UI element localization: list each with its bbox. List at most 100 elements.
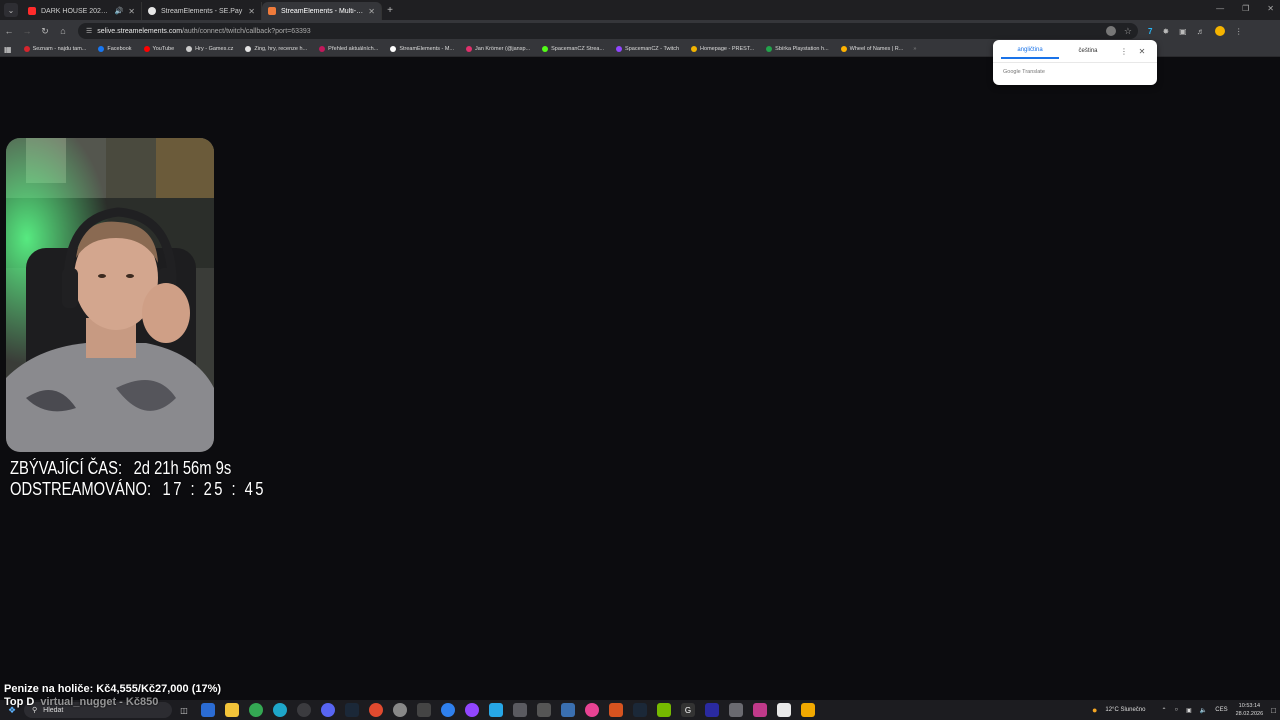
app-icon[interactable]: [585, 703, 599, 717]
app-icon[interactable]: [753, 703, 767, 717]
streamelements-favicon-icon: [148, 7, 156, 15]
app-icon[interactable]: [393, 703, 407, 717]
speaker-icon[interactable]: 🔊: [115, 7, 124, 15]
app-icon[interactable]: [537, 703, 551, 717]
app-icon[interactable]: [201, 703, 215, 717]
streamelements-favicon-icon: [268, 7, 276, 15]
tab-strip: ⌄ DARK HOUSE 2025 • Dec 🔊 ✕ StreamElemen…: [0, 0, 1280, 20]
clock-time: 10:53:14: [1238, 703, 1261, 709]
tray-app-icon[interactable]: ○: [1175, 707, 1179, 713]
home-icon[interactable]: ⌂: [54, 26, 72, 36]
restore-icon[interactable]: ❐: [1242, 4, 1249, 13]
steam-icon[interactable]: [345, 703, 359, 717]
streamed-time-label: ODSTREAMOVÁNO:: [10, 479, 152, 499]
profile-avatar-icon[interactable]: [1214, 26, 1225, 36]
bookmark-favicon-icon: [23, 46, 30, 52]
chrome-icon[interactable]: [249, 703, 263, 717]
app-icon[interactable]: [705, 703, 719, 717]
bookmark-star-icon[interactable]: ☆: [1124, 26, 1132, 37]
task-view-icon[interactable]: ◫: [177, 703, 191, 717]
media-control-icon[interactable]: ♬: [1197, 27, 1205, 36]
bookmark-item[interactable]: Přehled aktuálních...: [313, 46, 384, 52]
steam-icon[interactable]: [633, 703, 647, 717]
windows-taskbar: ❖ ⚲ Hledat ◫ G: [0, 700, 1280, 720]
app-icon[interactable]: [561, 703, 575, 717]
network-icon[interactable]: ▣: [1186, 707, 1192, 714]
tab-close-icon[interactable]: ✕: [248, 7, 255, 16]
browser-toolbar: ← → ↻ ⌂ ☰ selive.streamelements.com/auth…: [0, 20, 1280, 42]
streamed-time: ODSTREAMOVÁNO: 17 : 25 : 45: [10, 479, 266, 500]
url-host: selive.streamelements.com: [97, 27, 183, 35]
bookmarks-overflow-icon[interactable]: »: [909, 46, 916, 52]
tab-multi-stream[interactable]: StreamElements - Multi-Stream ✕: [262, 2, 382, 20]
app-icon[interactable]: [441, 703, 455, 717]
bookmark-item[interactable]: SpacemanCZ Strea...: [536, 46, 610, 52]
top-donor: Top D virtual_nugget - Kč850: [4, 696, 158, 708]
app-icon[interactable]: [777, 703, 791, 717]
discord-icon[interactable]: [321, 703, 335, 717]
minimize-icon[interactable]: —: [1216, 4, 1224, 13]
new-tab-plus-icon[interactable]: +: [382, 5, 398, 16]
translate-source-language[interactable]: angličtina: [1001, 47, 1059, 59]
weather-sun-icon[interactable]: ●: [1092, 705, 1097, 715]
tab-search-chevron-icon[interactable]: ⌄: [4, 3, 18, 17]
apps-grid-icon[interactable]: ▦: [4, 45, 18, 54]
app-icon[interactable]: [609, 703, 623, 717]
remaining-time: ZBÝVAJÍCÍ ČAS: 2d 21h 56m 9s: [10, 458, 231, 479]
reload-icon[interactable]: ↻: [36, 26, 54, 37]
bookmark-item[interactable]: YouTube: [138, 46, 181, 52]
tab-close-icon[interactable]: ✕: [128, 7, 135, 16]
bookmark-item[interactable]: Seznam - najdu tam...: [18, 46, 93, 52]
edge-icon[interactable]: [273, 703, 287, 717]
tray-chevron-icon[interactable]: ⌃: [1161, 707, 1166, 714]
tab-title: DARK HOUSE 2025 • Dec: [41, 7, 110, 15]
close-window-icon[interactable]: ✕: [1267, 4, 1274, 13]
tab-se-pay[interactable]: StreamElements - SE.Pay ✕: [142, 2, 262, 20]
weather-text[interactable]: 12°C Slunečno: [1105, 707, 1145, 713]
bookmark-item[interactable]: Sbírka Playstation h...: [760, 46, 835, 52]
app-icon[interactable]: [729, 703, 743, 717]
site-settings-icon[interactable]: ☰: [86, 27, 92, 35]
volume-icon[interactable]: 🔈: [1200, 707, 1207, 714]
bookmark-item[interactable]: Hry - Games.cz: [180, 46, 239, 52]
app-icon[interactable]: G: [681, 703, 695, 717]
notifications-icon[interactable]: □: [1271, 706, 1276, 715]
bookmark-item[interactable]: Wheel of Names | R...: [835, 46, 910, 52]
app-icon[interactable]: [489, 703, 503, 717]
obs-icon[interactable]: [297, 703, 311, 717]
address-bar[interactable]: ☰ selive.streamelements.com/auth/connect…: [78, 23, 1138, 39]
bookmark-favicon-icon: [143, 46, 150, 52]
app-icon[interactable]: [417, 703, 431, 717]
language-indicator[interactable]: CES: [1215, 707, 1227, 713]
translate-icon[interactable]: [1105, 26, 1116, 36]
youtube-favicon-icon: [28, 7, 36, 15]
nvidia-icon[interactable]: [657, 703, 671, 717]
bookmark-favicon-icon: [390, 46, 397, 52]
back-arrow-icon[interactable]: ←: [0, 26, 18, 36]
bookmark-item[interactable]: SpacemanCZ - Twitch: [610, 46, 685, 52]
translate-target-language[interactable]: čeština: [1059, 48, 1117, 58]
clock[interactable]: 10:53:14 28.02.2026: [1236, 702, 1264, 718]
translate-popup: angličtina čeština ⋮ ✕ Google Translate: [993, 40, 1157, 85]
bookmark-item[interactable]: Facebook: [92, 46, 137, 52]
extensions-puzzle-icon[interactable]: ▣: [1179, 27, 1187, 36]
browser-menu-icon[interactable]: ⋮: [1235, 27, 1243, 36]
app-icon[interactable]: [369, 703, 383, 717]
file-explorer-icon[interactable]: [225, 703, 239, 717]
twitch-icon[interactable]: [465, 703, 479, 717]
extension-gear-icon[interactable]: ✸: [1162, 27, 1169, 36]
bookmark-item[interactable]: Homepage - PREST...: [685, 46, 760, 52]
bookmark-favicon-icon: [319, 46, 326, 52]
tab-close-icon[interactable]: ✕: [368, 7, 375, 16]
app-icon[interactable]: [513, 703, 527, 717]
bookmark-item[interactable]: StreamElements - M...: [384, 46, 460, 52]
forward-arrow-icon[interactable]: →: [18, 26, 36, 36]
bookmark-favicon-icon: [616, 46, 623, 52]
app-icon[interactable]: [801, 703, 815, 717]
more-options-icon[interactable]: ⋮: [1117, 47, 1131, 56]
bookmark-item[interactable]: Zing, hry, recenze h...: [239, 46, 313, 52]
tab-dark-house[interactable]: DARK HOUSE 2025 • Dec 🔊 ✕: [22, 2, 142, 20]
close-icon[interactable]: ✕: [1135, 47, 1149, 56]
extension-7tv-icon[interactable]: 7: [1148, 27, 1152, 36]
bookmark-item[interactable]: Jan Krömer (@jansp...: [460, 46, 536, 52]
